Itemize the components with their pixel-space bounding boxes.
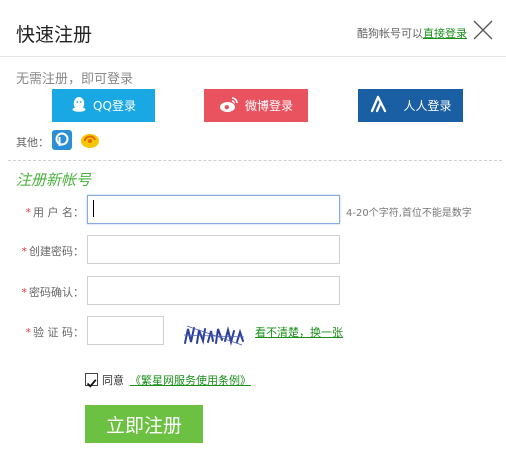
login-hint-text: 酷狗帐号可以 <box>357 27 423 40</box>
page-title: 快速注册 <box>16 24 93 46</box>
header-divider <box>0 56 506 57</box>
other-login-label: 其他： <box>16 136 49 149</box>
captcha-label-text: 验 证 码： <box>33 326 84 339</box>
renren-login-button[interactable]: 人人登录 <box>358 89 463 122</box>
register-button[interactable]: 立即注册 <box>85 405 203 443</box>
close-icon[interactable] <box>472 19 494 41</box>
p-login-icon[interactable] <box>52 130 72 150</box>
required-mark: * <box>25 206 32 219</box>
password-label: * 创建密码： <box>18 243 85 259</box>
agree-label: 同意 <box>102 374 124 387</box>
section-divider <box>8 160 502 161</box>
terms-link[interactable]: 《繁星网服务使用条例》 <box>130 372 251 388</box>
required-mark: * <box>21 245 28 258</box>
text-caret <box>93 200 94 217</box>
agree-checkbox[interactable] <box>85 373 98 388</box>
username-hint: 4-20个字符,首位不能是数字 <box>346 208 472 219</box>
qq-login-button[interactable]: QQ登录 <box>52 89 155 122</box>
username-label: * 用 户 名： <box>18 204 85 220</box>
direct-login-link[interactable]: 直接登录 <box>423 27 467 40</box>
qq-login-label: QQ登录 <box>93 99 136 113</box>
captcha-image[interactable] <box>182 321 246 349</box>
password-label-text: 创建密码： <box>29 245 84 258</box>
renren-login-label: 人人登录 <box>403 99 452 113</box>
username-input[interactable] <box>87 195 340 224</box>
register-section-title: 注册新帐号 <box>16 171 92 189</box>
kugou-login-icon[interactable] <box>79 130 99 150</box>
weibo-login-label: 微博登录 <box>244 99 293 113</box>
username-label-text: 用 户 名： <box>33 206 84 219</box>
qq-penguin-icon <box>71 96 93 116</box>
confirm-password-label: * 密码确认： <box>18 284 85 300</box>
password-input[interactable] <box>87 235 340 264</box>
captcha-input[interactable] <box>87 316 164 345</box>
required-mark: * <box>21 286 28 299</box>
refresh-captcha-link[interactable]: 看不清楚，换一张 <box>255 324 343 340</box>
renren-icon <box>369 95 395 116</box>
required-mark: * <box>25 326 32 339</box>
weibo-login-button[interactable]: 微博登录 <box>204 89 308 122</box>
login-hint: 酷狗帐号可以直接登录 <box>357 25 467 41</box>
captcha-label: * 验 证 码： <box>18 324 85 340</box>
confirm-password-label-text: 密码确认： <box>29 286 84 299</box>
weibo-icon <box>219 96 245 116</box>
social-login-subtitle: 无需注册，即可登录 <box>16 72 134 87</box>
confirm-password-input[interactable] <box>87 276 340 305</box>
